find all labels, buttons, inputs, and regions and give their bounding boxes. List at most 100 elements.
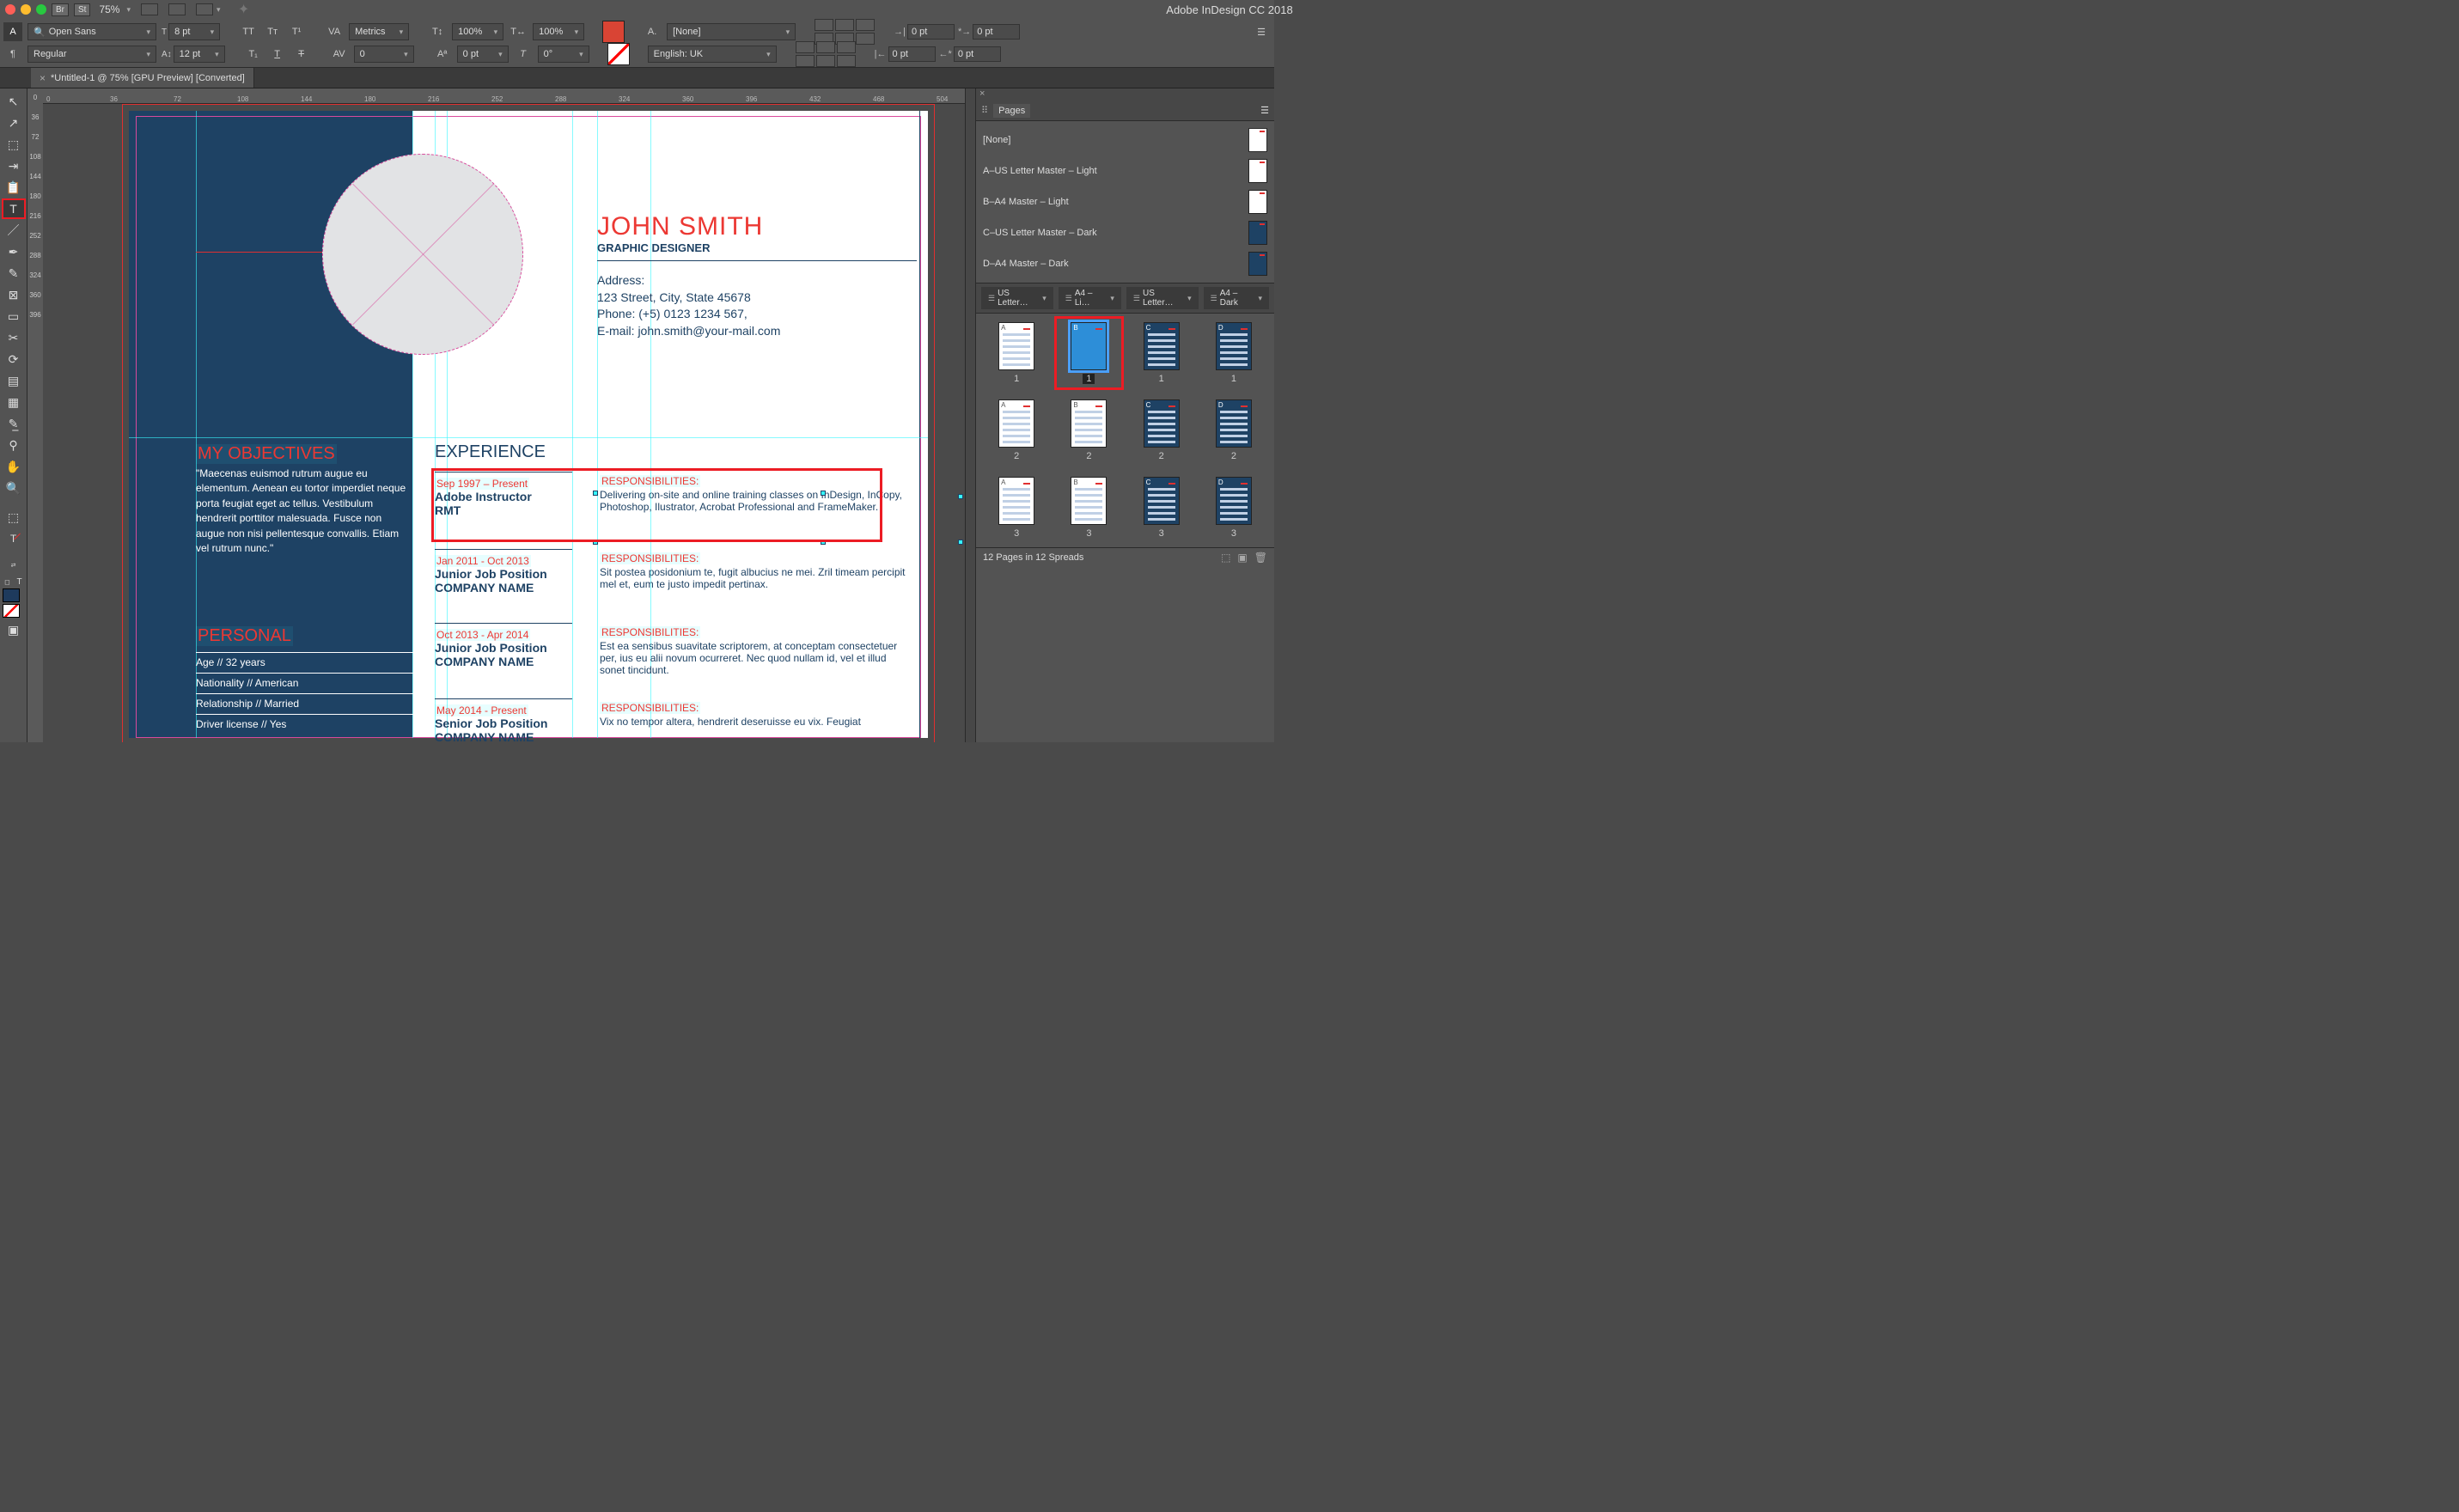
window-close-icon[interactable]	[5, 4, 15, 15]
hscale-field[interactable]: 100%	[533, 23, 584, 40]
experience-entry[interactable]: Sep 1997 – Present Adobe Instructor RMT …	[435, 472, 916, 517]
personal-row[interactable]: Relationship // Married	[196, 693, 419, 710]
page-thumb-cell[interactable]: A1	[988, 322, 1045, 384]
kerning-field[interactable]: Metrics	[349, 23, 409, 40]
line-tool-icon[interactable]: ／	[3, 221, 25, 240]
page-thumb-cell[interactable]: D3	[1205, 477, 1262, 539]
firstline-indent-field[interactable]	[973, 24, 1020, 40]
font-style-field[interactable]: Regular	[27, 46, 156, 63]
chevron-down-icon[interactable]: ▾	[126, 5, 131, 15]
bridge-badge[interactable]: Br	[52, 3, 69, 16]
spread-tab[interactable]: US Letter…▾	[1126, 287, 1199, 309]
formatting-text-icon[interactable]: T	[15, 576, 25, 587]
arrange-docs-icon[interactable]	[196, 3, 213, 15]
eyedropper-tool-icon[interactable]: ⚲	[3, 436, 25, 454]
caps-icon[interactable]: TT	[239, 22, 258, 41]
type-tool-icon[interactable]: T	[3, 199, 25, 218]
note-tool-icon[interactable]: ✎̲	[3, 414, 25, 433]
pasteboard[interactable]: JOHN SMITH GRAPHIC DESIGNER Address: 123…	[43, 104, 965, 742]
page-thumb-cell[interactable]: D2	[1205, 399, 1262, 461]
personal-row[interactable]: Nationality // American	[196, 673, 419, 689]
page-thumb-cell[interactable]: D1	[1205, 322, 1262, 384]
left-indent-field[interactable]	[907, 24, 955, 40]
swap-fill-stroke-icon[interactable]: ⇄	[3, 556, 25, 575]
free-transform-icon[interactable]: ⟳	[3, 350, 25, 369]
zoom-tool-icon[interactable]: 🔍	[3, 479, 25, 497]
gradient-swatch-icon[interactable]: ▤	[3, 371, 25, 390]
panel-grip-icon[interactable]: ⠿	[981, 105, 988, 116]
fill-color-swatch[interactable]	[603, 21, 624, 42]
page-thumb-cell[interactable]: B1	[1060, 322, 1117, 384]
right-indent-field[interactable]	[888, 46, 936, 62]
baseline-field[interactable]: 0 pt	[457, 46, 509, 63]
tracking-field[interactable]: 0	[354, 46, 414, 63]
chevron-down-icon[interactable]: ▾	[217, 5, 221, 15]
spread-tab[interactable]: A4 – Dark▾	[1204, 287, 1269, 309]
rectangle-tool-icon[interactable]: ▭	[3, 307, 25, 326]
selection-handle[interactable]	[958, 540, 963, 545]
resume-name[interactable]: JOHN SMITH	[597, 212, 763, 241]
page-thumb-cell[interactable]: A2	[988, 399, 1045, 461]
character-formatting-icon[interactable]: A	[3, 22, 22, 41]
screen-mode-icon[interactable]	[168, 3, 186, 15]
font-size-field[interactable]: 8 pt	[168, 23, 220, 40]
view-mode-icon[interactable]: ▣	[3, 620, 25, 639]
scissors-tool-icon[interactable]: ✂	[3, 328, 25, 347]
default-fill-swatch[interactable]	[3, 588, 20, 602]
panel-menu-icon[interactable]: ☰	[1260, 105, 1269, 116]
master-item[interactable]: [None]	[976, 125, 1274, 155]
character-style-field[interactable]: [None]	[667, 23, 796, 40]
underline-icon[interactable]: T	[268, 45, 287, 64]
experience-entry[interactable]: Oct 2013 - Apr 2014 Junior Job Position …	[435, 623, 916, 668]
panel-menu-icon[interactable]: ☰	[1252, 22, 1271, 41]
canvas[interactable]: 0367210814418021625228832436039643246850…	[43, 88, 965, 742]
document-tab[interactable]: ×*Untitled-1 @ 75% [GPU Preview] [Conver…	[31, 68, 254, 88]
personal-row[interactable]: Driver license // Yes	[196, 714, 419, 730]
skew-field[interactable]: 0°	[538, 46, 589, 63]
window-zoom-icon[interactable]	[36, 4, 46, 15]
page[interactable]: JOHN SMITH GRAPHIC DESIGNER Address: 123…	[129, 111, 928, 738]
selection-handle[interactable]	[593, 491, 598, 496]
contact-block[interactable]: Address: 123 Street, City, State 45678 P…	[597, 272, 780, 339]
page-thumb-cell[interactable]: C3	[1133, 477, 1190, 539]
language-field[interactable]: English: UK	[648, 46, 777, 63]
strikethrough-icon[interactable]: T	[292, 45, 311, 64]
fill-stroke-toggle-icon[interactable]: ⬚	[3, 508, 25, 527]
collapsed-panel-strip[interactable]	[965, 88, 975, 742]
stock-badge[interactable]: St	[74, 3, 90, 16]
objectives-body[interactable]: "Maecenas euismod rutrum augue eu elemen…	[196, 466, 411, 556]
default-stroke-swatch[interactable]	[3, 604, 20, 618]
selection-handle[interactable]	[821, 491, 826, 496]
window-minimize-icon[interactable]	[21, 4, 31, 15]
page-thumb-cell[interactable]: B2	[1060, 399, 1117, 461]
font-family-field[interactable]: 🔍Open Sans	[27, 23, 156, 40]
delete-page-icon[interactable]: 🗑	[1254, 552, 1267, 564]
spread-tab[interactable]: US Letter…▾	[981, 287, 1053, 309]
experience-heading[interactable]: EXPERIENCE	[435, 442, 546, 462]
experience-entry[interactable]: Jan 2011 - Oct 2013 Junior Job Position …	[435, 549, 916, 594]
page-thumb-cell[interactable]: C1	[1133, 322, 1190, 384]
master-item[interactable]: C–US Letter Master – Dark	[976, 217, 1274, 248]
subscript-icon[interactable]: T₁	[244, 45, 263, 64]
master-item[interactable]: A–US Letter Master – Light	[976, 155, 1274, 186]
gap-tool-icon[interactable]: ⇥	[3, 156, 25, 175]
selection-handle[interactable]	[821, 540, 826, 545]
apply-text-fill-icon[interactable]: T	[3, 529, 25, 548]
edit-page-size-icon[interactable]: ⬚	[1221, 552, 1230, 564]
leading-field[interactable]: 12 pt	[174, 46, 225, 63]
gpu-preview-icon[interactable]: ✦	[235, 1, 253, 18]
pencil-tool-icon[interactable]: ✎	[3, 264, 25, 283]
justify-align-group[interactable]	[796, 41, 856, 67]
photo-placeholder-circle[interactable]	[322, 154, 523, 355]
selection-tool-icon[interactable]: ↖	[3, 92, 25, 111]
resume-subtitle[interactable]: GRAPHIC DESIGNER	[597, 241, 710, 254]
personal-row[interactable]: Age // 32 years	[196, 652, 419, 668]
view-options-icon[interactable]	[141, 3, 158, 15]
page-thumb-cell[interactable]: C2	[1133, 399, 1190, 461]
pages-tab[interactable]: Pages	[993, 104, 1030, 118]
master-item[interactable]: D–A4 Master – Dark	[976, 248, 1274, 279]
close-icon[interactable]: ×	[40, 72, 46, 84]
page-thumb-cell[interactable]: A3	[988, 477, 1045, 539]
pen-tool-icon[interactable]: ✒	[3, 242, 25, 261]
smallcaps-icon[interactable]: Tᴛ	[263, 22, 282, 41]
